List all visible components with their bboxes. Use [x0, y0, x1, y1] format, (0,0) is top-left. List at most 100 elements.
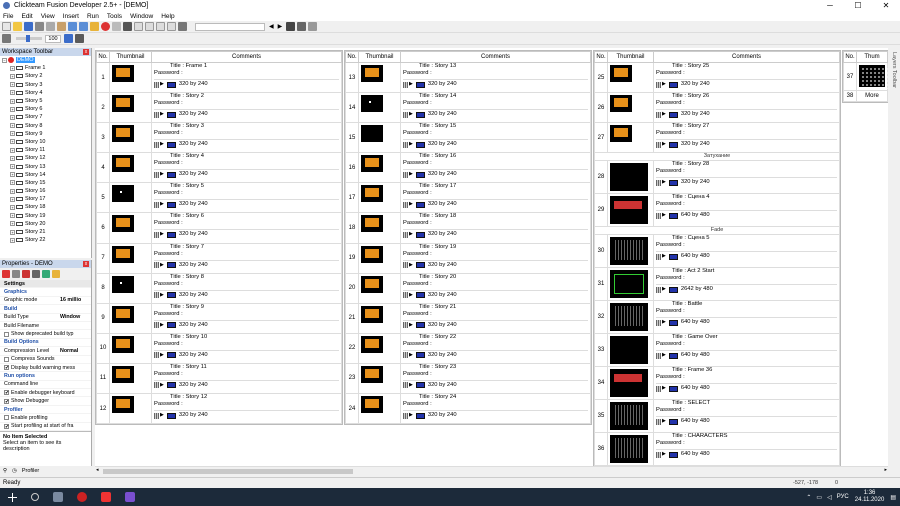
tree-item-frame[interactable]: + Story 13 [2, 162, 91, 170]
password-label[interactable]: Password : [403, 281, 588, 288]
frame-width[interactable]: 320 [681, 81, 691, 88]
password-label[interactable]: Password : [403, 341, 588, 348]
network-icon[interactable]: ▭ [816, 494, 822, 501]
storyboard-row[interactable]: 8 Title : Story 8 Password : ▶ 320 by 240 [96, 272, 342, 304]
transition-in-icon[interactable] [154, 201, 159, 208]
frame-thumbnail[interactable] [358, 212, 401, 244]
frame-height[interactable]: 240 [198, 412, 208, 419]
password-label[interactable]: Password : [154, 341, 339, 348]
frame-height[interactable]: 240 [198, 262, 208, 269]
open-icon[interactable] [13, 22, 22, 31]
property-chk[interactable]: ✔ Display build warning mess [0, 364, 91, 373]
frame-width[interactable]: 640 [681, 212, 691, 219]
values-icon[interactable] [32, 270, 40, 278]
password-label[interactable]: Password : [656, 100, 837, 107]
frame-height[interactable]: 240 [198, 292, 208, 299]
zoom-icon[interactable] [2, 34, 11, 43]
tree-item-frame[interactable]: + Story 7 [2, 113, 91, 121]
frame-thumbnail[interactable] [109, 92, 152, 124]
frame-width[interactable]: 640 [681, 352, 691, 359]
storyboard-row[interactable]: 17 Title : Story 17 Password : ▶ 320 by 240 [345, 182, 591, 214]
checkbox[interactable] [4, 331, 9, 337]
fusion-taskbar-icon[interactable] [125, 492, 135, 502]
frame-editor-icon[interactable] [297, 22, 307, 31]
runtime-icon[interactable] [22, 270, 30, 278]
layers-toolbar-dock[interactable]: Layers Toolbar [888, 48, 900, 466]
frame-thumbnail[interactable] [607, 267, 654, 301]
windows-start-icon[interactable] [8, 492, 17, 502]
tree-item-frame[interactable]: + Story 9 [2, 130, 91, 138]
frame-thumbnail[interactable] [607, 432, 654, 466]
frame-thumbnail[interactable] [358, 152, 401, 184]
storyboard-row[interactable]: 16 Title : Story 16 Password : ▶ 320 by 240 [345, 152, 591, 184]
transition-in-icon[interactable] [154, 171, 159, 178]
transition-label[interactable]: Затухание [594, 152, 840, 161]
checkbox[interactable]: ✔ [4, 365, 9, 371]
frame-height[interactable]: 240 [700, 81, 710, 88]
new-icon[interactable] [2, 22, 11, 31]
fit-icon[interactable] [64, 34, 73, 43]
tab-profiler[interactable]: Profiler [22, 468, 39, 474]
storyboard-row[interactable]: 29 Title : Сцена 4 Password : ▶ 640 by 480 [594, 193, 840, 227]
volume-icon[interactable]: ◁ [827, 494, 832, 501]
frame-title[interactable]: Story 2 [186, 93, 204, 99]
zoom-slider[interactable] [16, 35, 42, 42]
layout-icon[interactable] [134, 22, 143, 31]
tree-item-frame[interactable]: + Story 16 [2, 187, 91, 195]
password-label[interactable]: Password : [656, 201, 837, 208]
frame-width[interactable]: 320 [179, 382, 189, 389]
frame-thumbnail[interactable] [109, 152, 152, 184]
monitor-icon[interactable] [668, 385, 678, 392]
language-indicator[interactable]: РУС [837, 494, 849, 500]
transition-in-icon[interactable] [403, 262, 408, 269]
storyboard-row[interactable]: 1 Title : Frame 1 Password : ▶ 320 by 240 [96, 61, 342, 94]
storyboard-row[interactable]: 3 Title : Story 3 Password : ▶ 320 by 240 [96, 122, 342, 154]
frame-thumbnail[interactable] [109, 61, 152, 94]
expand-icon[interactable]: − [2, 57, 7, 63]
expand-icon[interactable]: + [10, 188, 15, 194]
frame-width[interactable]: 320 [179, 292, 189, 299]
more-button[interactable]: More [856, 90, 888, 102]
property-chk[interactable]: ✔ Start profiling at start of fra [0, 423, 91, 432]
frame-height[interactable]: 480 [700, 319, 710, 326]
storyboard-row[interactable]: 11 Title : Story 11 Password : ▶ 320 by 240 [96, 362, 342, 395]
monitor-icon[interactable] [668, 451, 678, 458]
frame-height[interactable]: 240 [447, 352, 457, 359]
frame-width[interactable]: 640 [681, 253, 691, 260]
transition-in-icon[interactable] [403, 171, 408, 178]
menu-file[interactable]: File [3, 13, 13, 20]
frame-width[interactable]: 320 [428, 382, 438, 389]
frame-title[interactable]: CHARACTERS [688, 433, 728, 439]
frame-thumbnail[interactable] [358, 272, 401, 304]
transition-in-icon[interactable] [403, 81, 408, 88]
clock[interactable]: 1:36 24.11.2020 [855, 490, 885, 504]
tree-item-frame[interactable]: + Story 5 [2, 97, 91, 105]
storyboard-row[interactable]: 38 More [843, 90, 888, 102]
menu-insert[interactable]: Insert [63, 13, 79, 20]
password-label[interactable]: Password : [154, 251, 339, 258]
frame-title[interactable]: Story 14 [435, 93, 457, 99]
undo-icon[interactable] [68, 22, 77, 31]
password-label[interactable]: Password : [154, 220, 339, 227]
storyboard-row[interactable]: 14 Title : Story 14 Password : ▶ 320 by 240 [345, 92, 591, 124]
frame-title[interactable]: Story 23 [435, 364, 457, 370]
password-label[interactable]: Password : [656, 70, 837, 77]
transition-in-icon[interactable] [154, 141, 159, 148]
storyboard-row[interactable]: 12 Title : Story 12 Password : ▶ 320 by 240 [96, 393, 342, 425]
storyboard-row[interactable]: 9 Title : Story 9 Password : ▶ 320 by 240 [96, 302, 342, 334]
monitor-icon[interactable] [166, 201, 176, 208]
monitor-icon[interactable] [166, 292, 176, 299]
property-chk[interactable]: ✔ Enable debugger keyboard [0, 389, 91, 398]
frame-title[interactable]: Story 20 [435, 274, 457, 280]
expand-icon[interactable]: + [10, 196, 15, 202]
password-label[interactable]: Password : [656, 341, 837, 348]
property-chk[interactable]: Enable profiling [0, 414, 91, 423]
frame-title[interactable]: Story 6 [186, 213, 204, 219]
scroll-thumb[interactable] [103, 469, 353, 474]
frame-thumbnail[interactable] [856, 62, 888, 91]
tree-item-frame[interactable]: + Story 3 [2, 81, 91, 89]
property-val[interactable]: Compression Level Normal [0, 347, 91, 356]
property-value[interactable]: 16 millio [60, 297, 81, 303]
frame-width[interactable]: 320 [179, 141, 189, 148]
transition-in-icon[interactable] [403, 352, 408, 359]
